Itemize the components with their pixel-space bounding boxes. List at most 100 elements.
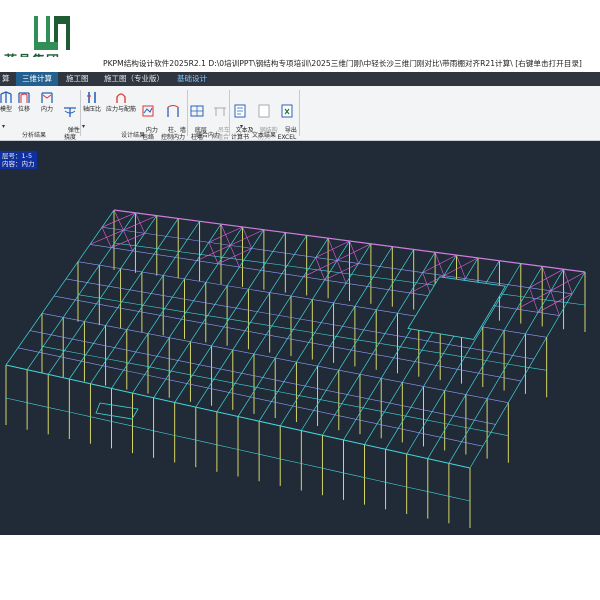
steel-beam[interactable] [195, 439, 217, 446]
roof-rafter[interactable] [90, 221, 200, 384]
steel-beam[interactable] [5, 397, 28, 403]
steel-beam[interactable] [141, 304, 164, 309]
steel-beam[interactable] [216, 444, 239, 450]
internal-force-button[interactable]: 内力 [35, 89, 59, 113]
steel-beam[interactable] [427, 491, 449, 497]
menu-item-drawings[interactable]: 施工图 [66, 72, 89, 86]
steel-beam[interactable] [126, 362, 149, 367]
window-title: PKPM结构设计软件2025R2.1 D:\0培训PPT\钢结构专项培训\202… [103, 59, 582, 68]
roof-rafter[interactable] [47, 215, 158, 375]
steel-beam[interactable] [99, 297, 121, 302]
steel-beam[interactable] [328, 270, 350, 275]
steel-beam[interactable] [343, 472, 365, 478]
steel-beam[interactable] [413, 282, 436, 286]
steel-beam[interactable] [111, 421, 133, 427]
steel-beam[interactable] [354, 339, 377, 344]
structure-3d-model[interactable] [0, 141, 600, 535]
steel-beam[interactable] [184, 311, 206, 316]
base-column-wall-button[interactable]: 底层 柱墙 [185, 89, 209, 148]
model-viewport[interactable]: 层号：1-5 内容：内力 [0, 141, 600, 535]
steel-beam[interactable] [269, 325, 292, 330]
steel-beam[interactable] [349, 273, 371, 278]
steel-beam[interactable] [227, 318, 249, 323]
steel-beam[interactable] [147, 366, 170, 371]
chevron-down-icon[interactable]: ▾ [2, 123, 5, 130]
menu-item-foundation[interactable]: 基础设计 [177, 72, 207, 86]
steel-beam[interactable] [90, 416, 112, 422]
elastic-deflection-button[interactable]: 弹性 挠度 [58, 89, 82, 148]
steel-beam[interactable] [120, 301, 142, 306]
steel-beam[interactable] [333, 335, 355, 340]
steel-beam[interactable] [290, 328, 313, 333]
roof-rafter[interactable] [237, 240, 350, 417]
steel-beam[interactable] [135, 245, 157, 249]
steel-beam[interactable] [392, 279, 414, 283]
steel-beam[interactable] [242, 259, 264, 263]
roof-rafter[interactable] [5, 209, 115, 366]
steel-beam[interactable] [296, 394, 318, 400]
steel-beam[interactable] [77, 294, 100, 299]
roof-rafter[interactable] [322, 252, 436, 436]
steel-beam[interactable] [232, 382, 255, 388]
steel-beam[interactable] [259, 453, 281, 460]
roof-rafter[interactable] [258, 243, 372, 422]
steel-beam[interactable] [211, 378, 233, 384]
export-excel-button[interactable]: 导出 EXCEL [275, 89, 299, 148]
steel-beam[interactable] [153, 430, 175, 436]
steel-beam[interactable] [322, 467, 344, 474]
displacement-button[interactable]: 位移 [12, 89, 36, 113]
roof-rafter[interactable] [132, 226, 243, 394]
steel-beam[interactable] [41, 346, 64, 351]
chevron-down-icon[interactable]: ▾ [240, 123, 243, 130]
steel-beam[interactable] [132, 425, 154, 432]
text-report-button[interactable]: 文本及 计算书 [228, 89, 254, 148]
displacement-button-label: 位移 [17, 106, 30, 113]
steel-beam[interactable] [84, 354, 106, 359]
menu-item-3d-calc[interactable]: 三维计算 [16, 72, 58, 86]
steel-beam[interactable] [48, 407, 70, 413]
steel-beam[interactable] [174, 435, 196, 441]
axial-ratio-button[interactable]: 轴压比 [80, 89, 104, 113]
stress-reinforcement-button[interactable]: 应力与配筋 [104, 89, 138, 113]
steel-beam[interactable] [285, 265, 307, 269]
menu-item-drawings-pro[interactable]: 施工图（专业版） [104, 72, 164, 86]
steel-beam[interactable] [280, 458, 302, 464]
steel-beam[interactable] [406, 486, 428, 492]
force-envelope-button[interactable]: 内力 包络 [136, 89, 160, 148]
steel-beam[interactable] [364, 477, 386, 483]
roof-rafter[interactable] [111, 223, 222, 389]
menu-item-calc[interactable]: 算 [2, 72, 10, 86]
steel-beam[interactable] [448, 496, 471, 502]
internal-force-icon [41, 92, 53, 103]
column-wall-force-button[interactable]: 柱、墙 控制内力 [158, 89, 188, 148]
steel-beam[interactable] [69, 411, 91, 417]
steel-beam[interactable] [312, 332, 334, 337]
steel-beam[interactable] [263, 262, 286, 266]
steel-beam[interactable] [385, 482, 407, 488]
steel-beam[interactable] [169, 370, 191, 376]
steel-beam[interactable] [253, 386, 276, 392]
menu-bar: 算 三维计算 施工图 施工图（专业版） 基础设计 [0, 72, 600, 86]
steel-beam[interactable] [190, 374, 212, 380]
steel-beam[interactable] [237, 449, 260, 455]
steel-beam[interactable] [370, 276, 393, 280]
canopy[interactable] [95, 402, 139, 420]
steel-beam[interactable] [205, 315, 228, 319]
chevron-down-icon[interactable]: ▾ [82, 123, 85, 130]
steel-beam[interactable] [27, 402, 49, 408]
roof-rafter[interactable] [26, 212, 136, 370]
roof-rafter[interactable] [301, 249, 414, 431]
steel-beam[interactable] [63, 350, 85, 355]
steel-beam[interactable] [301, 463, 323, 469]
steel-beam[interactable] [275, 390, 297, 396]
steel-beam[interactable] [248, 321, 270, 326]
steel-fireproof-button[interactable]: 钢结构 防火 [252, 89, 278, 148]
roof-rafter[interactable] [216, 238, 329, 412]
roof-opening[interactable] [407, 276, 507, 340]
model-button-label: 模型 [0, 106, 12, 113]
roof-rafter[interactable] [279, 246, 393, 427]
steel-beam[interactable] [105, 358, 127, 363]
steel-beam[interactable] [178, 251, 200, 255]
steel-beam[interactable] [156, 248, 179, 252]
steel-beam[interactable] [163, 308, 185, 313]
